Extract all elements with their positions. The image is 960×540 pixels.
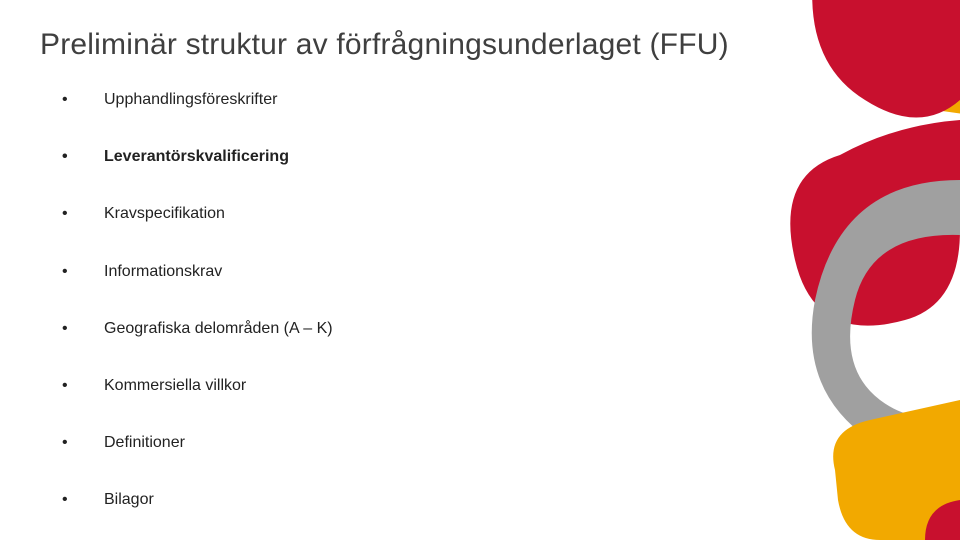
list-item: Kommersiella villkor <box>62 376 920 395</box>
list-item: Definitioner <box>62 433 920 452</box>
slide: Preliminär struktur av förfrågningsunder… <box>0 0 960 540</box>
page-title: Preliminär struktur av förfrågningsunder… <box>40 28 920 62</box>
list-item: Informationskrav <box>62 262 920 281</box>
list-item: Bilagor <box>62 490 920 509</box>
list-item: Leverantörskvalificering <box>62 147 920 166</box>
list-item: Upphandlingsföreskrifter <box>62 90 920 109</box>
bullet-list: Upphandlingsföreskrifter Leverantörskval… <box>40 90 920 510</box>
list-item: Kravspecifikation <box>62 204 920 223</box>
list-item: Geografiska delområden (A – K) <box>62 319 920 338</box>
